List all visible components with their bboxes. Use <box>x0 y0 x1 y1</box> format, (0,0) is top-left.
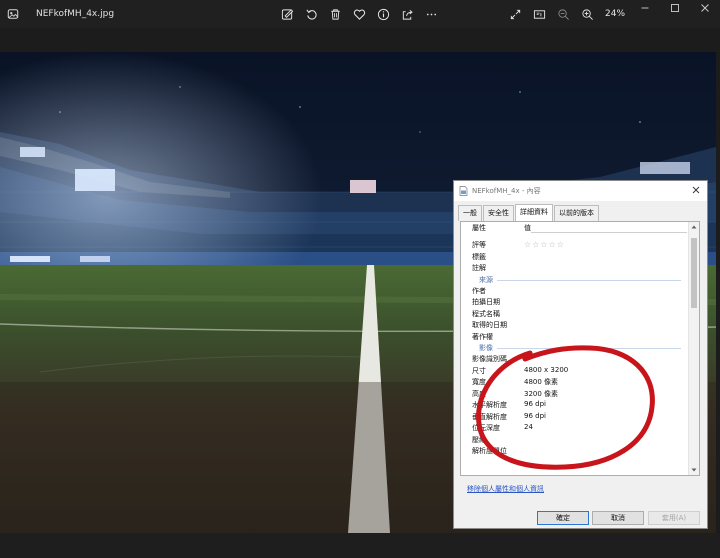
property-name: 尺寸 <box>472 366 486 375</box>
list-item[interactable]: 寬度 4800 像素 <box>461 376 687 388</box>
property-name: 影像識別碼 <box>472 355 507 363</box>
info-icon[interactable] <box>371 4 395 24</box>
photos-app-icon <box>6 7 20 21</box>
property-value: 24 <box>524 423 533 431</box>
maximize-icon[interactable] <box>660 0 690 16</box>
zoom-in-icon[interactable] <box>575 4 599 24</box>
slideshow-icon[interactable] <box>527 4 551 24</box>
dialog-close-icon[interactable] <box>691 185 701 195</box>
list-item[interactable]: 標籤 <box>461 251 687 263</box>
cancel-button[interactable]: 取消 <box>592 511 644 525</box>
property-name: 標籤 <box>472 252 486 261</box>
group-label: 影像 <box>479 344 493 352</box>
list-item[interactable]: 評等 ☆☆☆☆☆ <box>461 239 687 251</box>
viewer-background <box>0 28 720 52</box>
window-controls <box>630 0 720 16</box>
delete-icon[interactable] <box>323 4 347 24</box>
edit-image-icon[interactable] <box>275 4 299 24</box>
scrollbar-thumb[interactable] <box>691 238 697 308</box>
group-divider <box>497 348 681 349</box>
zoom-level: 24% <box>605 9 626 19</box>
group-header-image: 影像 <box>461 342 687 353</box>
photo-toolbar <box>275 4 443 24</box>
group-divider <box>497 279 681 281</box>
zoom-out-icon[interactable] <box>551 4 575 24</box>
property-value: 4800 像素 <box>524 378 559 386</box>
apply-button[interactable]: 套用(A) <box>648 511 700 525</box>
dialog-title-bar: NEFkofMH_4x - 內容 <box>454 181 707 201</box>
dialog-title: NEFkofMH_4x - 內容 <box>472 187 541 195</box>
list-item[interactable]: 水平解析度 96 dpi <box>461 399 687 411</box>
property-name: 壓縮 <box>472 435 486 444</box>
property-name: 評等 <box>472 241 486 249</box>
property-name: 程式名稱 <box>472 309 500 318</box>
dialog-tabs: 一般 安全性 詳細資料 以前的版本 <box>458 204 600 222</box>
favorite-icon[interactable] <box>347 4 371 24</box>
group-header-source: 來源 <box>461 274 687 285</box>
property-name: 位元深度 <box>472 424 500 432</box>
list-item[interactable]: 作者 <box>461 285 687 297</box>
scroll-up-icon[interactable] <box>691 224 697 230</box>
filmstrip-bar <box>0 533 720 558</box>
file-name: NEFkofMH_4x.jpg <box>36 9 115 19</box>
property-name: 解析度單位 <box>472 447 507 455</box>
view-tools: 24% <box>503 4 625 24</box>
property-name: 高度 <box>472 389 486 398</box>
property-name: 取得的日期 <box>472 321 507 329</box>
list-item[interactable]: 尺寸 4800 x 3200 <box>461 365 687 377</box>
property-name: 拍攝日期 <box>472 298 500 306</box>
tab-details[interactable]: 詳細資料 <box>515 204 553 221</box>
list-item[interactable]: 程式名稱 <box>461 308 687 320</box>
tab-previous-versions[interactable]: 以前的版本 <box>554 205 599 221</box>
tab-security[interactable]: 安全性 <box>483 205 514 221</box>
list-item[interactable]: 取得的日期 <box>461 319 687 331</box>
list-item[interactable]: 位元深度 24 <box>461 422 687 434</box>
property-name: 寬度 <box>472 378 486 386</box>
property-name: 註解 <box>472 264 486 272</box>
property-list-header: 屬性 值 <box>461 222 687 235</box>
details-panel: 屬性 值 評等 ☆☆☆☆☆ 標籤 註解 來源 作者 拍攝日期 程式名稱 取得的日 <box>460 221 700 476</box>
rating-stars[interactable]: ☆☆☆☆☆ <box>524 240 565 249</box>
close-icon[interactable] <box>690 0 720 16</box>
column-header-property[interactable]: 屬性 <box>472 223 486 233</box>
file-icon <box>459 186 468 196</box>
list-item[interactable]: 註解 <box>461 262 687 274</box>
scroll-down-icon[interactable] <box>691 467 697 473</box>
minimize-icon[interactable] <box>630 0 660 16</box>
vertical-scrollbar[interactable] <box>688 222 699 475</box>
rotate-icon[interactable] <box>299 4 323 24</box>
more-icon[interactable] <box>419 4 443 24</box>
property-value: 96 dpi <box>524 411 546 420</box>
property-value: 3200 像素 <box>524 389 559 398</box>
properties-dialog: NEFkofMH_4x - 內容 一般 安全性 詳細資料 以前的版本 屬性 值 … <box>453 180 708 529</box>
property-name: 著作權 <box>472 332 493 341</box>
property-name: 作者 <box>472 286 486 295</box>
remove-properties-link[interactable]: 移除個人屬性和個人資訊 <box>467 484 544 494</box>
ok-button[interactable]: 確定 <box>537 511 589 525</box>
header-divider <box>531 222 687 233</box>
column-header-value[interactable]: 值 <box>524 223 531 233</box>
group-label: 來源 <box>479 275 493 284</box>
expand-icon[interactable] <box>503 4 527 24</box>
list-item[interactable]: 拍攝日期 <box>461 296 687 308</box>
list-item[interactable]: 高度 3200 像素 <box>461 388 687 400</box>
share-icon[interactable] <box>395 4 419 24</box>
property-list: 屬性 值 評等 ☆☆☆☆☆ 標籤 註解 來源 作者 拍攝日期 程式名稱 取得的日 <box>461 222 687 457</box>
list-item[interactable]: 著作權 <box>461 331 687 343</box>
property-name: 垂直解析度 <box>472 412 507 421</box>
list-item[interactable]: 垂直解析度 96 dpi <box>461 411 687 423</box>
property-name: 水平解析度 <box>472 401 507 409</box>
list-item[interactable]: 壓縮 <box>461 434 687 446</box>
property-value: 4800 x 3200 <box>524 365 569 374</box>
list-item[interactable]: 解析度單位 <box>461 445 687 457</box>
tab-general[interactable]: 一般 <box>458 205 482 221</box>
list-item[interactable]: 影像識別碼 <box>461 353 687 365</box>
property-value: 96 dpi <box>524 400 546 408</box>
